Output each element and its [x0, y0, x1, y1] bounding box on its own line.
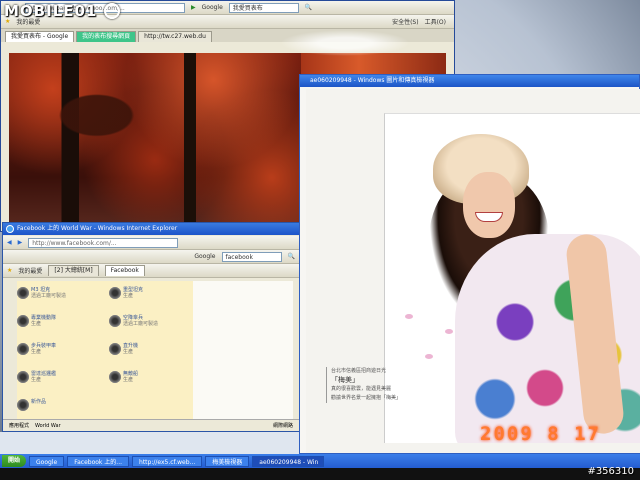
fb-tab-facebook[interactable]: Facebook [104, 265, 145, 276]
facebook-window-title: Facebook 上的 World War - Windows Internet… [17, 225, 178, 232]
game-label[interactable]: World War [35, 423, 61, 429]
zone-label: 網際網路 [272, 423, 293, 429]
facebook-window-titlebar[interactable]: Facebook 上的 World War - Windows Internet… [3, 223, 299, 235]
windows-taskbar: 開始 Google Facebook 上的... http://ex5.cf.w… [0, 454, 640, 468]
helicopter-icon [109, 343, 121, 355]
tab-google[interactable]: 我愛買表布 - Google [5, 31, 75, 42]
search-input[interactable]: 我愛買表布 [228, 2, 299, 13]
fb-search-input[interactable]: facebook [221, 251, 282, 262]
fb-star-icon: ★ [7, 267, 13, 274]
taskbar-item-photo[interactable]: ae060209948 - Win [252, 455, 325, 467]
back-icon[interactable]: ◀ [7, 239, 12, 246]
search-icon[interactable]: 🔍 [305, 4, 312, 11]
fb-search-engine-label: Google [194, 253, 216, 260]
autumn-tree-image [9, 53, 301, 231]
fb-address-row: ◀ ▶ http://www.facebook.com/... [3, 236, 299, 250]
vehicle-icon [17, 343, 29, 355]
portrait-photo [384, 113, 640, 443]
list-item[interactable]: 專業機動隊 生產 [17, 315, 56, 327]
tab-search[interactable]: 我的表布搜尋網頁 [76, 31, 137, 42]
apps-label[interactable]: 應用程式 [9, 422, 29, 429]
fb-search-icon[interactable]: 🔍 [288, 253, 299, 260]
ie-icon [6, 225, 14, 233]
photo-caption: 台北市信義區招商遊日光 「梅美」 真的很喜歡雲，能遇見美麗 勸諭世界名景一起擁抱… [326, 367, 401, 403]
list-item[interactable]: 步兵裝甲車 生產 [17, 343, 56, 355]
artillery-icon [109, 371, 121, 383]
list-item[interactable]: M3 坦克 透過工廠可製造 [17, 287, 66, 299]
tools-menu[interactable]: 工具(O) [425, 17, 454, 26]
list-item[interactable]: 直升機 生產 [109, 343, 138, 355]
mobile01-watermark: MOBILE01 [4, 2, 120, 20]
desktop-strip [0, 432, 300, 454]
face-shape [463, 172, 515, 238]
tab-web[interactable]: http://tw.c27.web.du [138, 31, 212, 42]
forward-icon[interactable]: ▶ [18, 239, 23, 246]
taskbar-item-web[interactable]: http://ex5.cf.web... [132, 455, 203, 467]
fb-search-row: Google facebook 🔍 [3, 250, 299, 264]
fb-favorites-button[interactable]: 我的最愛 [18, 266, 42, 275]
soldier-icon [17, 315, 29, 327]
list-item[interactable]: 無敵船 生產 [109, 371, 138, 383]
unit-icon [17, 399, 29, 411]
taskbar-item-google[interactable]: Google [29, 455, 65, 467]
camera-date-stamp: 2009 8 17 [480, 423, 601, 445]
screen-glare [280, 30, 410, 56]
photo-viewer-window[interactable]: ae060209948 - Windows 圖片和傳真檢視器 台北市信義區招商遊… [299, 74, 640, 454]
fb-tab-president[interactable]: [2] 大總統[M] [48, 265, 99, 276]
petal [425, 354, 433, 359]
search-engine-label: Google [201, 4, 223, 11]
ship-icon [17, 371, 29, 383]
list-item[interactable]: 新作品 [17, 399, 46, 411]
viewer-title: ae060209948 - Windows 圖片和傳真檢視器 [310, 77, 435, 84]
taskbar-item-viewer[interactable]: 梅美檢視器 [205, 455, 250, 467]
tank-icon [17, 287, 29, 299]
viewer-titlebar[interactable]: ae060209948 - Windows 圖片和傳真檢視器 [300, 75, 639, 87]
watermark-ring-icon [103, 3, 120, 19]
paratrooper-icon [109, 315, 121, 327]
facebook-browser-window[interactable]: Facebook 上的 World War - Windows Internet… [2, 222, 300, 432]
screenshot-stage: MOBILE01 http://tw.page.bid.yahoo.com/..… [0, 0, 640, 480]
list-item[interactable]: 重型坦克 生產 [109, 287, 143, 299]
list-item[interactable]: 雷達巡邏艦 生產 [17, 371, 56, 383]
fb-tabs-row: ★ 我的最愛 [2] 大總統[M] Facebook [3, 264, 299, 278]
go-button[interactable]: ▶ [191, 4, 196, 11]
list-item[interactable]: 空降傘兵 透過工廠可製造 [109, 315, 158, 327]
facebook-status-bar: 應用程式 World War 網際網路 [3, 419, 299, 431]
tank-icon [109, 287, 121, 299]
petal [445, 329, 453, 334]
petal [405, 314, 413, 319]
photo-id-label: #356310 [587, 466, 634, 477]
watermark-text: MOBILE01 [4, 2, 98, 20]
taskbar-item-facebook[interactable]: Facebook 上的... [67, 455, 130, 467]
start-button[interactable]: 開始 [2, 455, 27, 467]
fb-address-input[interactable]: http://www.facebook.com/... [28, 237, 179, 248]
facebook-side-panel [193, 281, 293, 421]
monitor-bezel [0, 468, 640, 480]
viewer-canvas: 台北市信義區招商遊日光 「梅美」 真的很喜歡雲，能遇見美麗 勸諭世界名景一起擁抱… [306, 89, 640, 453]
security-menu[interactable]: 安全性(S) [392, 17, 419, 26]
